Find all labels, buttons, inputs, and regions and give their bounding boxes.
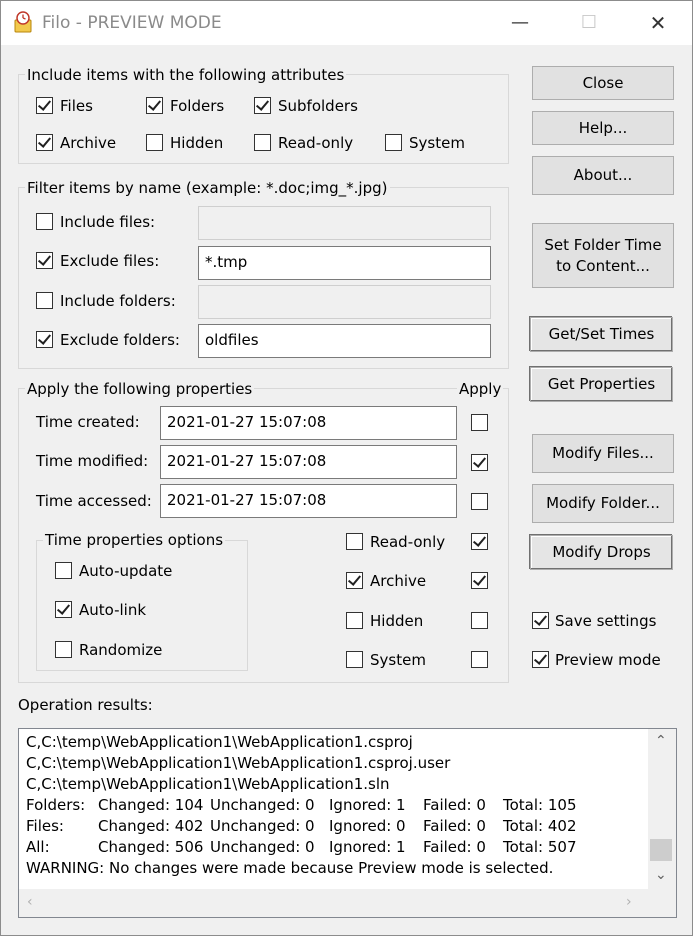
exclude-folders-label: Exclude folders: xyxy=(60,331,180,349)
files-checkbox[interactable] xyxy=(36,97,53,114)
scroll-thumb[interactable] xyxy=(650,839,672,861)
include-folders-input[interactable] xyxy=(198,285,491,319)
scroll-left-icon[interactable]: ‹ xyxy=(27,894,33,910)
system-attr-checkbox[interactable] xyxy=(385,134,402,151)
exclude-folders-checkbox[interactable] xyxy=(36,331,53,348)
get-set-times-button[interactable]: Get/Set Times xyxy=(530,317,673,352)
readonly-attr-checkbox[interactable] xyxy=(254,134,271,151)
folders-checkbox[interactable] xyxy=(146,97,163,114)
help-button[interactable]: Help... xyxy=(532,111,674,145)
readonly-attr-label: Read-only xyxy=(278,134,354,152)
auto-link-checkbox[interactable] xyxy=(55,601,72,618)
modify-files-button[interactable]: Modify Files... xyxy=(532,434,674,473)
readonly-apply-checkbox[interactable] xyxy=(471,533,488,550)
result-line: C,C:\temp\WebApplication1\WebApplication… xyxy=(26,775,390,793)
set-folder-time-line1: Set Folder Time xyxy=(544,235,662,254)
warning-line: WARNING: No changes were made because Pr… xyxy=(26,859,554,877)
close-window-icon[interactable]: ✕ xyxy=(635,7,681,41)
system-attr-label: System xyxy=(409,134,465,152)
apply-header: Apply xyxy=(457,380,504,398)
modify-drops-button[interactable]: Modify Drops xyxy=(530,535,673,570)
time-accessed-apply-checkbox[interactable] xyxy=(471,493,488,510)
include-folders-label: Include folders: xyxy=(60,292,176,310)
results-textbox[interactable]: C,C:\temp\WebApplication1\WebApplication… xyxy=(18,728,677,918)
time-modified-apply-checkbox[interactable] xyxy=(471,454,488,471)
hidden-prop-label: Hidden xyxy=(370,612,424,630)
preview-mode-label: Preview mode xyxy=(555,651,661,669)
vertical-scrollbar[interactable]: ⌃ ⌄ xyxy=(648,729,676,889)
hidden-attr-label: Hidden xyxy=(170,134,224,152)
modify-folder-button[interactable]: Modify Folder... xyxy=(532,484,674,523)
system-prop-checkbox[interactable] xyxy=(346,651,363,668)
hidden-prop-checkbox[interactable] xyxy=(346,612,363,629)
readonly-prop-checkbox[interactable] xyxy=(346,533,363,550)
filter-legend: Filter items by name (example: *.doc;img… xyxy=(25,179,390,197)
results-label: Operation results: xyxy=(18,696,153,714)
archive-prop-label: Archive xyxy=(370,572,427,590)
randomize-checkbox[interactable] xyxy=(55,641,72,658)
archive-attr-label: Archive xyxy=(60,134,117,152)
include-files-checkbox[interactable] xyxy=(36,213,53,230)
include-files-label: Include files: xyxy=(60,213,156,231)
time-created-input[interactable]: 2021-01-27 15:07:08 xyxy=(160,406,457,440)
scroll-right-icon[interactable]: › xyxy=(626,894,632,910)
save-settings-label: Save settings xyxy=(555,612,657,630)
close-button[interactable]: Close xyxy=(532,66,674,100)
system-apply-checkbox[interactable] xyxy=(471,651,488,668)
set-folder-time-button[interactable]: Set Folder Time to Content... xyxy=(532,223,674,288)
result-line: C,C:\temp\WebApplication1\WebApplication… xyxy=(26,733,413,751)
include-files-input[interactable] xyxy=(198,206,491,240)
time-modified-label: Time modified: xyxy=(36,452,149,470)
scrollbar-corner xyxy=(648,889,676,917)
exclude-files-checkbox[interactable] xyxy=(36,252,53,269)
archive-apply-checkbox[interactable] xyxy=(471,572,488,589)
about-button[interactable]: About... xyxy=(532,156,674,195)
archive-prop-checkbox[interactable] xyxy=(346,572,363,589)
system-prop-label: System xyxy=(370,651,426,669)
auto-update-checkbox[interactable] xyxy=(55,562,72,579)
subfolders-checkbox[interactable] xyxy=(254,97,271,114)
time-created-label: Time created: xyxy=(36,413,140,431)
files-label: Files xyxy=(60,97,93,115)
include-folders-checkbox[interactable] xyxy=(36,292,53,309)
result-line: C,C:\temp\WebApplication1\WebApplication… xyxy=(26,754,451,772)
horizontal-scrollbar[interactable]: ‹ › xyxy=(19,889,648,917)
subfolders-label: Subfolders xyxy=(278,97,358,115)
scroll-down-icon[interactable]: ⌄ xyxy=(655,867,667,883)
save-settings-checkbox[interactable] xyxy=(532,612,549,629)
folders-label: Folders xyxy=(170,97,225,115)
scroll-up-icon[interactable]: ⌃ xyxy=(655,733,667,749)
get-properties-button[interactable]: Get Properties xyxy=(530,367,673,402)
app-lock-icon xyxy=(14,11,32,33)
time-created-apply-checkbox[interactable] xyxy=(471,414,488,431)
hidden-attr-checkbox[interactable] xyxy=(146,134,163,151)
time-accessed-input[interactable]: 2021-01-27 15:07:08 xyxy=(160,484,457,518)
exclude-folders-input[interactable]: oldfiles xyxy=(198,324,491,358)
main-window: Filo - PREVIEW MODE — ☐ ✕ Include items … xyxy=(0,0,693,936)
time-options-legend: Time properties options xyxy=(43,531,226,549)
time-modified-input[interactable]: 2021-01-27 15:07:08 xyxy=(160,445,457,479)
auto-link-label: Auto-link xyxy=(79,601,147,619)
auto-update-label: Auto-update xyxy=(79,562,173,580)
archive-attr-checkbox[interactable] xyxy=(36,134,53,151)
title-bar[interactable]: Filo - PREVIEW MODE — ☐ ✕ xyxy=(1,1,692,45)
randomize-label: Randomize xyxy=(79,641,163,659)
hidden-apply-checkbox[interactable] xyxy=(471,612,488,629)
exclude-files-label: Exclude files: xyxy=(60,252,160,270)
minimize-icon[interactable]: — xyxy=(497,7,543,41)
attributes-legend: Include items with the following attribu… xyxy=(25,66,347,84)
preview-mode-checkbox[interactable] xyxy=(532,651,549,668)
window-title: Filo - PREVIEW MODE xyxy=(42,13,222,33)
time-accessed-label: Time accessed: xyxy=(36,492,152,510)
set-folder-time-line2: to Content... xyxy=(556,256,650,275)
exclude-files-input[interactable]: *.tmp xyxy=(198,246,491,280)
maximize-icon[interactable]: ☐ xyxy=(566,7,612,41)
readonly-prop-label: Read-only xyxy=(370,533,446,551)
properties-legend: Apply the following properties xyxy=(25,380,255,398)
